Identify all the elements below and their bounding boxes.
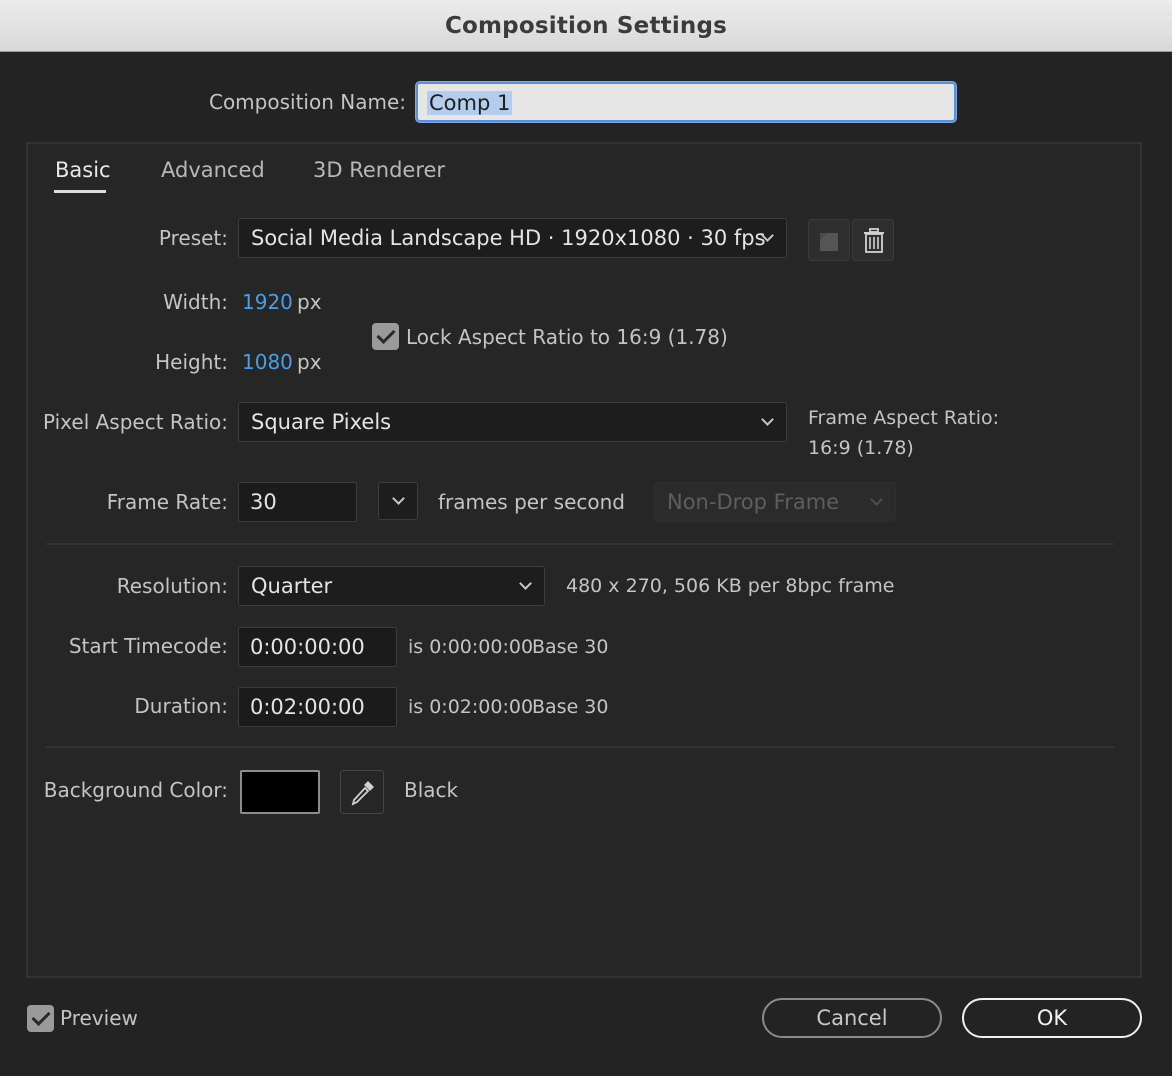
frame-rate-value: 30 <box>250 490 277 514</box>
composition-name-label: Composition Name: <box>208 90 406 114</box>
resolution-value: Quarter <box>251 574 333 598</box>
save-preset-icon <box>820 233 838 251</box>
frame-aspect-label: Frame Aspect Ratio: <box>808 407 1000 429</box>
preview-label: Preview <box>60 1006 138 1030</box>
preview-checkbox[interactable] <box>27 1005 54 1032</box>
width-value[interactable]: 1920 <box>242 290 293 314</box>
title-bar: Composition Settings <box>0 0 1172 52</box>
frame-rate-dropdown-button[interactable] <box>378 482 418 520</box>
pixel-aspect-value: Square Pixels <box>251 410 392 434</box>
chevron-down-icon <box>761 413 774 426</box>
height-unit: px <box>297 350 322 374</box>
start-timecode-base: Base 30 <box>532 636 609 658</box>
window-title: Composition Settings <box>444 12 728 39</box>
height-label: Height: <box>155 350 228 374</box>
cancel-button-label: Cancel <box>816 1006 888 1030</box>
chevron-down-icon <box>870 493 883 506</box>
start-timecode-label: Start Timecode: <box>68 634 228 658</box>
chevron-down-icon <box>392 492 405 505</box>
duration-label: Duration: <box>134 694 228 718</box>
start-timecode-value: 0:00:00:00 <box>250 635 365 659</box>
lock-aspect-label: Lock Aspect Ratio to 16:9 (1.78) <box>406 325 728 349</box>
composition-name-value: Comp 1 <box>427 91 513 115</box>
start-timecode-input[interactable]: 0:00:00:00 <box>238 627 397 667</box>
preset-value: Social Media Landscape HD · 1920x1080 · … <box>251 226 766 250</box>
duration-is: is 0:02:00:00 <box>408 696 534 718</box>
width-label: Width: <box>163 290 228 314</box>
frames-per-second-label: frames per second <box>438 490 625 514</box>
preset-label: Preset: <box>158 226 228 250</box>
pixel-aspect-dropdown[interactable]: Square Pixels <box>238 402 787 442</box>
chevron-down-icon <box>519 577 532 590</box>
eyedropper-button[interactable] <box>340 770 384 814</box>
save-preset-button[interactable] <box>808 219 850 261</box>
composition-name-input[interactable]: Comp 1 <box>416 82 956 122</box>
resolution-dropdown[interactable]: Quarter <box>238 566 545 606</box>
section-divider <box>46 746 1114 748</box>
resolution-label: Resolution: <box>116 574 228 598</box>
start-timecode-is: is 0:00:00:00 <box>408 636 534 658</box>
resolution-info: 480 x 270, 506 KB per 8bpc frame <box>566 575 895 597</box>
lock-aspect-checkbox[interactable] <box>372 323 399 350</box>
frame-rate-input[interactable]: 30 <box>238 482 357 522</box>
tab-3d-renderer[interactable]: 3D Renderer <box>313 158 445 182</box>
active-tab-indicator <box>54 190 106 193</box>
delete-preset-button[interactable] <box>852 219 894 261</box>
background-color-swatch[interactable] <box>240 770 320 814</box>
duration-value: 0:02:00:00 <box>250 695 365 719</box>
preset-dropdown[interactable]: Social Media Landscape HD · 1920x1080 · … <box>238 218 787 258</box>
tab-basic[interactable]: Basic <box>55 158 111 182</box>
background-color-label: Background Color: <box>43 778 228 802</box>
pixel-aspect-label: Pixel Aspect Ratio: <box>43 410 228 434</box>
ok-button[interactable]: OK <box>962 998 1142 1038</box>
duration-input[interactable]: 0:02:00:00 <box>238 687 397 727</box>
background-color-name: Black <box>404 778 459 802</box>
drop-frame-value: Non-Drop Frame <box>667 490 840 514</box>
settings-panel <box>26 142 1142 978</box>
frame-aspect-value: 16:9 (1.78) <box>808 437 914 459</box>
ok-button-label: OK <box>1036 1006 1068 1030</box>
drop-frame-dropdown: Non-Drop Frame <box>654 482 896 522</box>
eyedropper-icon <box>351 781 374 806</box>
height-value[interactable]: 1080 <box>242 350 293 374</box>
cancel-button[interactable]: Cancel <box>762 998 942 1038</box>
section-divider <box>46 543 1114 545</box>
tab-advanced[interactable]: Advanced <box>161 158 265 182</box>
frame-rate-label: Frame Rate: <box>106 490 228 514</box>
duration-base: Base 30 <box>532 696 609 718</box>
trash-icon <box>864 228 884 253</box>
width-unit: px <box>297 290 322 314</box>
